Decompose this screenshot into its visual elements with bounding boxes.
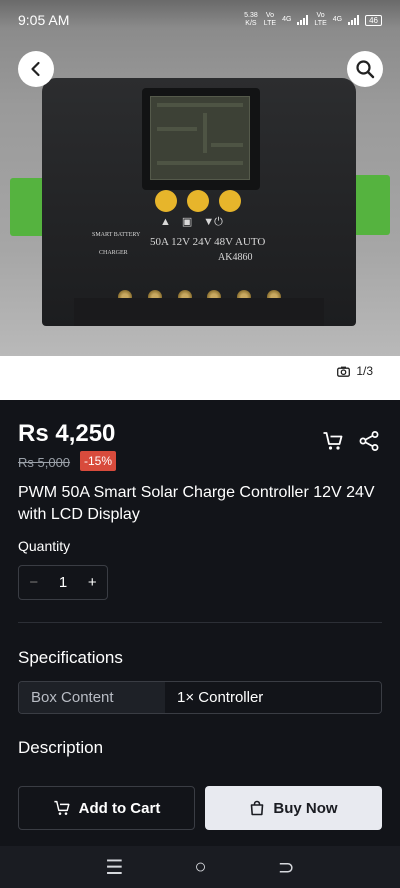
back-nav-icon[interactable]: ⊃ [278,855,295,880]
battery-icon: 46 [365,14,382,26]
add-to-cart-button[interactable]: Add to Cart [18,786,195,830]
button-knob-3 [219,190,241,212]
status-time: 9:05 AM [18,12,70,28]
spec-key: Box Content [19,682,165,713]
device-symbols: ▲ ▣ ▼⏻ [160,216,223,228]
sim2-top: Vo [316,12,325,19]
quantity-decrease-button[interactable]: − [29,574,38,591]
signal-icon [297,15,309,25]
sim2-bottom: LTE [314,20,327,27]
device-label-left-1: SMART BATTERY [92,232,141,238]
network-speed: 5.38 K/S [244,12,258,28]
status-bar: 9:05 AM 5.38 K/S Vo LTE 4G Vo LTE 4G 46 [0,0,400,40]
sim1-top: Vo [265,12,274,19]
button-knob-1 [155,190,177,212]
image-counter-text: 1/3 [356,364,373,378]
spec-value: 1× Controller [165,682,381,713]
buy-now-button[interactable]: Buy Now [205,786,382,830]
device-model: AK4860 [218,252,253,263]
lcd-screen [150,96,250,180]
green-wire-right [350,175,390,235]
quantity-increase-button[interactable]: + [88,574,97,591]
product-image-area: ▲ ▣ ▼⏻ SMART BATTERY CHARGER 50A 12V 24V… [0,0,400,400]
share-icon[interactable] [358,430,380,452]
device-label-left-2: CHARGER [99,250,128,256]
search-icon [356,60,375,79]
sim1-volte: Vo LTE [264,12,276,28]
product-price: Rs 4,250 [18,420,116,447]
cart-icon [54,800,70,815]
device-label-main: 50A 12V 24V 48V AUTO [150,236,266,248]
quantity-stepper: − 1 + [18,565,108,600]
device-base [74,298,324,326]
sim1-bottom: LTE [263,20,277,27]
image-counter: 1/3 [337,364,373,378]
shopping-bag-icon [251,800,264,816]
sim2-volte: Vo LTE [314,12,326,28]
product-title: PWM 50A Smart Solar Charge Controller 12… [18,484,375,523]
quantity-value[interactable]: 1 [59,574,67,591]
description-heading[interactable]: Description [18,738,103,758]
cart-icon[interactable] [322,430,344,452]
recent-apps-icon[interactable]: ☰ [106,855,124,880]
signal-icon [348,15,360,25]
original-price: Rs 5,000 [18,455,71,470]
system-navigation-bar: ☰ ○ ⊃ [0,846,400,888]
home-icon[interactable]: ○ [195,856,207,879]
search-button[interactable] [347,51,383,87]
lcd-frame [142,88,260,190]
chevron-left-icon [31,61,40,77]
sim2-network: 4G [332,16,343,23]
back-button[interactable] [18,51,54,87]
speed-value: 5.38 [244,12,258,19]
camera-icon [337,366,351,377]
speed-unit: K/S [245,20,257,27]
sim1-network: 4G [282,16,292,23]
divider [18,622,382,623]
charge-controller-device: ▲ ▣ ▼⏻ SMART BATTERY CHARGER 50A 12V 24V… [42,78,356,326]
button-knob-2 [187,190,209,212]
discount-badge: -15% [80,451,117,471]
product-photo[interactable]: ▲ ▣ ▼⏻ SMART BATTERY CHARGER 50A 12V 24V… [0,0,400,356]
spec-row: Box Content 1× Controller [18,681,382,714]
quantity-label: Quantity [18,538,71,554]
add-to-cart-label: Add to Cart [78,799,161,817]
status-indicators: 5.38 K/S Vo LTE 4G Vo LTE 4G 46 [244,12,382,28]
buy-now-label: Buy Now [273,799,338,817]
specifications-heading: Specifications [18,648,123,667]
